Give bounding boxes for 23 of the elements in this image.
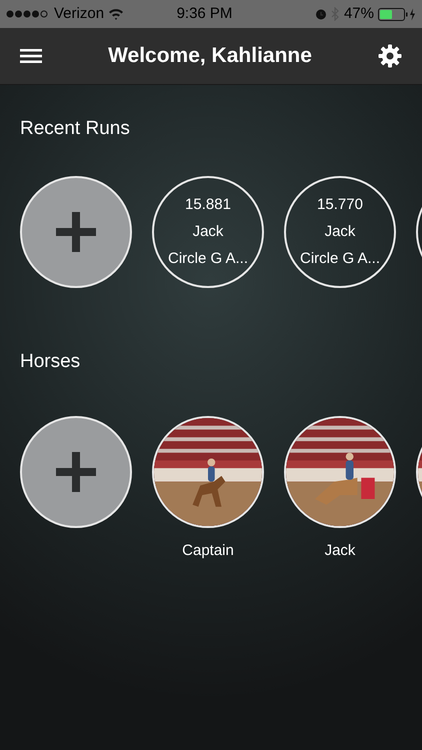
plus-icon	[56, 212, 96, 252]
section-title: Recent Runs	[19, 117, 131, 141]
header-title: Welcome, Kahlianne	[108, 43, 312, 70]
run-detail: 15.770	[317, 195, 363, 215]
wifi-icon	[108, 8, 124, 20]
run-card[interactable]: 15.881 Jack Circle G A...	[152, 176, 264, 288]
battery-percent: 47%	[344, 4, 374, 24]
run-detail: Circle G A...	[168, 249, 248, 269]
run-detail: Circle G A...	[300, 249, 380, 269]
carrier-name: Verizon	[54, 4, 104, 24]
horse-name: Captain	[182, 541, 234, 561]
horse-name: Jack	[324, 541, 356, 561]
run-detail: 15.881	[185, 195, 231, 215]
menu-button[interactable]	[20, 48, 42, 64]
run-detail: Jack	[192, 222, 224, 242]
signal-icon	[6, 10, 50, 18]
section-title: Horses	[19, 350, 82, 374]
battery-charging-icon	[378, 8, 416, 20]
plus-icon	[56, 452, 96, 492]
run-detail: Jack	[324, 222, 356, 242]
status-time: 9:36 PM	[176, 4, 232, 24]
run-card[interactable]: 15.770 Jack Circle G A...	[284, 176, 396, 288]
alarm-icon	[314, 8, 327, 20]
